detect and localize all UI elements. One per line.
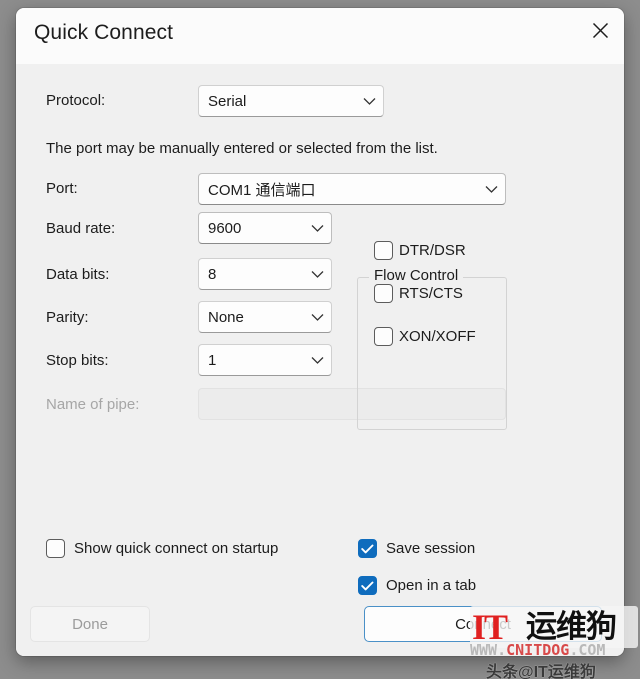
- quick-connect-dialog: Quick Connect Protocol: Serial The port …: [16, 8, 624, 656]
- checkbox-xon-xoff[interactable]: XON/XOFF: [374, 327, 476, 346]
- checkbox-box: [46, 539, 65, 558]
- checkbox-box: [374, 327, 393, 346]
- checkbox-dtr-dsr[interactable]: DTR/DSR: [374, 241, 466, 260]
- checkbox-box: [358, 576, 377, 595]
- chevron-down-icon: [303, 313, 331, 322]
- flow-control-legend: Flow Control: [369, 267, 464, 284]
- checkbox-label: Show quick connect on startup: [74, 540, 279, 557]
- stop-bits-label: Stop bits:: [46, 352, 109, 369]
- checkbox-label: XON/XOFF: [399, 328, 476, 345]
- chevron-down-icon: [303, 270, 331, 279]
- chevron-down-icon: [303, 356, 331, 365]
- parity-label: Parity:: [46, 309, 89, 326]
- port-combobox[interactable]: COM1 通信端口: [198, 173, 506, 205]
- data-bits-value: 8: [208, 265, 217, 283]
- port-info-text: The port may be manually entered or sele…: [46, 140, 438, 157]
- parity-value: None: [208, 308, 244, 326]
- checkbox-box: [374, 241, 393, 260]
- stop-bits-value: 1: [208, 351, 217, 369]
- data-bits-label: Data bits:: [46, 266, 110, 283]
- checkbox-label: Open in a tab: [386, 577, 477, 594]
- close-button[interactable]: [576, 8, 624, 52]
- port-value: COM1 通信端口: [208, 181, 316, 199]
- checkbox-label: DTR/DSR: [399, 242, 466, 259]
- close-icon: [592, 22, 609, 39]
- connect-button[interactable]: Connect: [364, 606, 602, 642]
- dialog-titlebar: Quick Connect: [16, 8, 624, 64]
- checkbox-box: [374, 284, 393, 303]
- protocol-value: Serial: [208, 92, 247, 110]
- checkbox-show-on-startup[interactable]: Show quick connect on startup: [46, 539, 278, 558]
- baud-rate-select[interactable]: 9600: [198, 212, 332, 244]
- checkbox-rts-cts[interactable]: RTS/CTS: [374, 284, 463, 303]
- baud-rate-label: Baud rate:: [46, 220, 116, 237]
- port-label: Port:: [46, 180, 78, 197]
- baud-rate-value: 9600: [208, 219, 242, 237]
- parity-select[interactable]: None: [198, 301, 332, 333]
- checkbox-box: [358, 539, 377, 558]
- checkbox-save-session[interactable]: Save session: [358, 539, 475, 558]
- dialog-body: Protocol: Serial The port may be manuall…: [16, 64, 624, 656]
- checkbox-label: RTS/CTS: [399, 285, 463, 302]
- data-bits-select[interactable]: 8: [198, 258, 332, 290]
- done-button[interactable]: Done: [30, 606, 150, 642]
- chevron-down-icon: [477, 185, 505, 194]
- protocol-label: Protocol:: [46, 92, 106, 109]
- checkbox-label: Save session: [386, 540, 476, 557]
- dialog-title: Quick Connect: [34, 21, 174, 44]
- chevron-down-icon: [355, 97, 383, 106]
- pipe-name-label: Name of pipe:: [46, 396, 140, 413]
- chevron-down-icon: [303, 224, 331, 233]
- watermark-toutiao: 头条@IT运维狗: [486, 664, 596, 679]
- stop-bits-select[interactable]: 1: [198, 344, 332, 376]
- checkbox-open-in-tab[interactable]: Open in a tab: [358, 576, 476, 595]
- protocol-select[interactable]: Serial: [198, 85, 384, 117]
